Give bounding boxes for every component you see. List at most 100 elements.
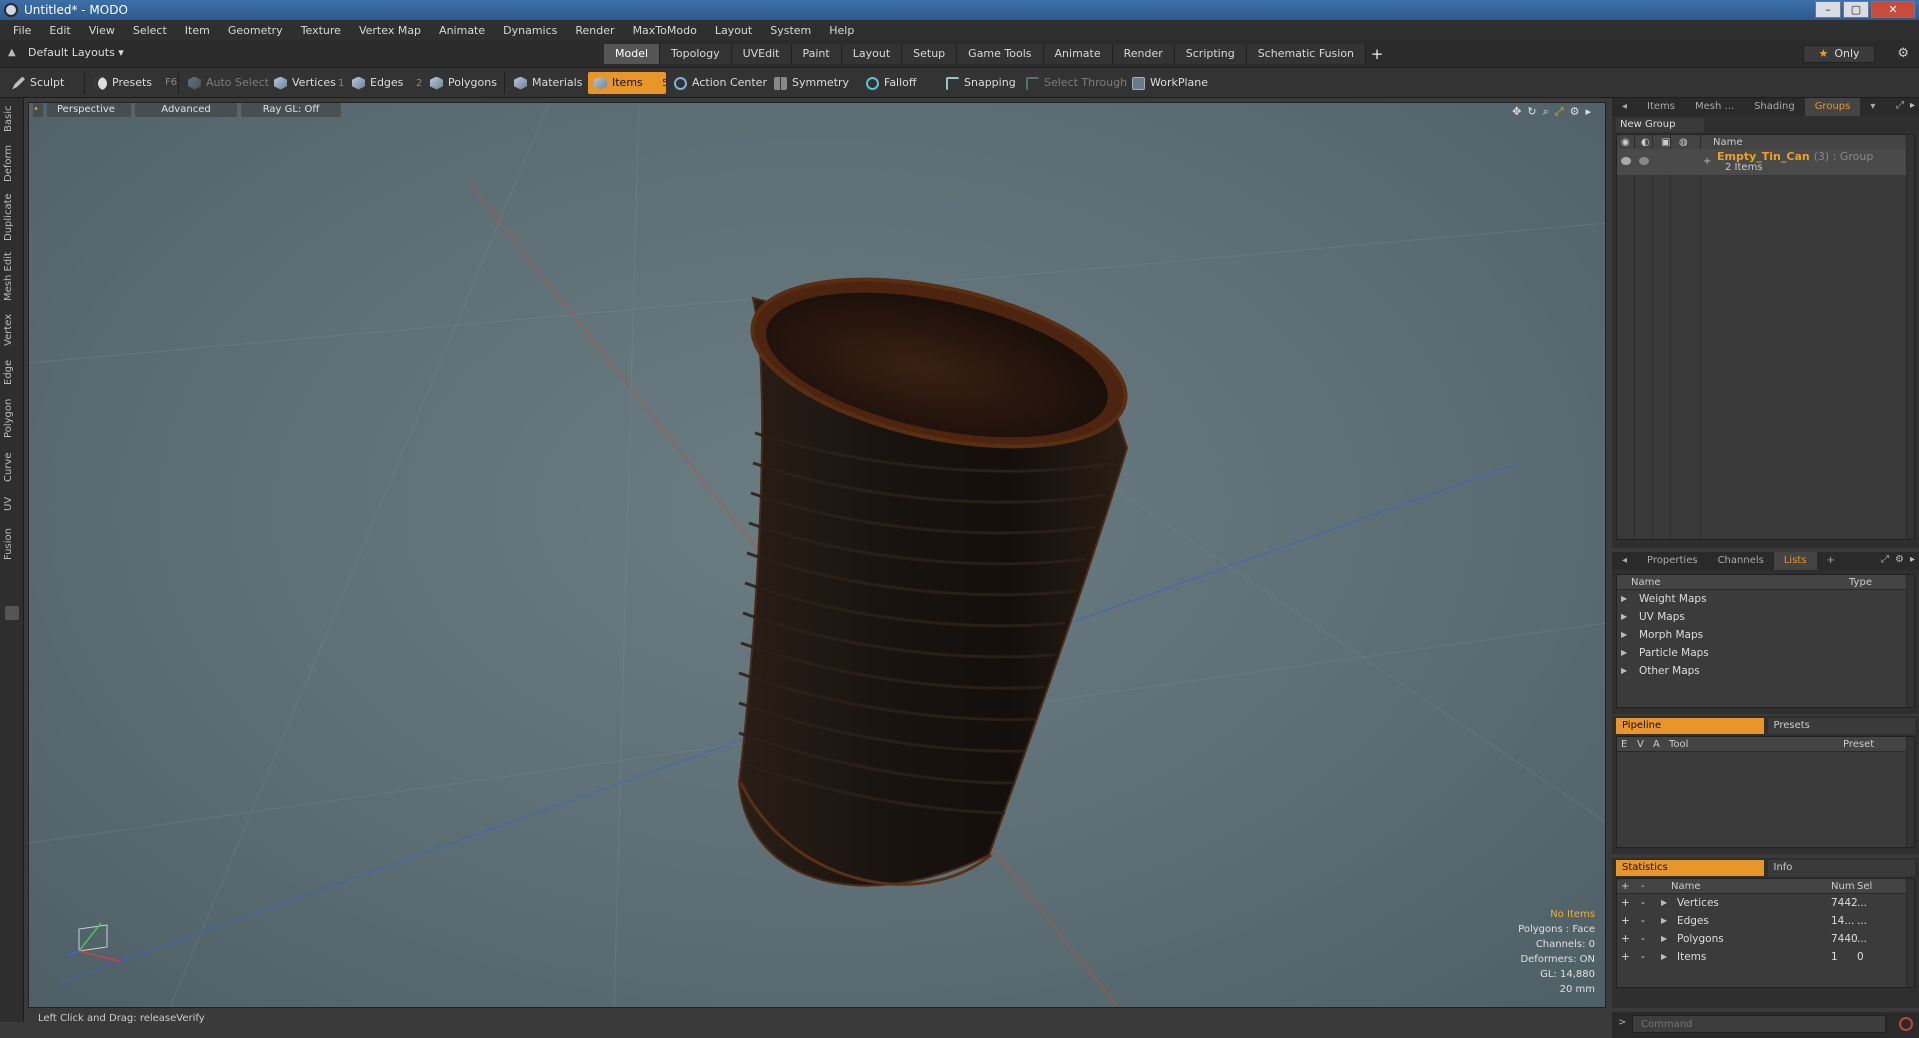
group-row-empty-tin-can[interactable]: + Empty_Tin_Can (3) : Group 2 Items xyxy=(1617,149,1907,175)
tab-channels[interactable]: Channels xyxy=(1708,552,1774,570)
maximize-viewport-icon[interactable]: ⤢ xyxy=(1555,105,1564,119)
tab-shading[interactable]: Shading xyxy=(1744,98,1805,116)
tab-scripting[interactable]: Scripting xyxy=(1174,44,1247,64)
new-group-button[interactable]: New Group xyxy=(1616,118,1704,132)
maximize-button[interactable]: ▢ xyxy=(1843,1,1869,18)
sculpt-button[interactable]: Sculpt xyxy=(6,72,70,94)
panel-menu-icon[interactable]: ▸ xyxy=(1910,554,1915,565)
tab-layout[interactable]: Layout xyxy=(841,44,903,64)
command-input[interactable] xyxy=(1632,1015,1886,1033)
panel-expand-icon[interactable]: ⤢ xyxy=(1881,554,1889,565)
vtab-edge[interactable]: Edge xyxy=(3,358,21,386)
list-item[interactable]: ▶ Morph Maps xyxy=(1617,626,1914,644)
symmetry-button[interactable]: Symmetry xyxy=(768,72,855,94)
presets-button[interactable]: Presets F6 xyxy=(88,72,183,94)
vtab-duplicate[interactable]: Duplicate xyxy=(3,192,21,242)
tab-properties[interactable]: Properties xyxy=(1637,552,1708,570)
viewport-settings-icon[interactable]: ⚙ xyxy=(1570,105,1580,119)
tab-schematic-fusion[interactable]: Schematic Fusion xyxy=(1246,44,1367,64)
tab-items[interactable]: Items xyxy=(1637,98,1685,116)
menu-maxtomodo[interactable]: MaxToModo xyxy=(624,24,706,37)
tab-topology[interactable]: Topology xyxy=(660,44,732,64)
render-toggle-icon[interactable] xyxy=(1639,157,1649,165)
snapping-button[interactable]: Snapping xyxy=(940,72,1022,94)
menu-vertex-map[interactable]: Vertex Map xyxy=(350,24,430,37)
menu-dynamics[interactable]: Dynamics xyxy=(494,24,566,37)
menu-item[interactable]: Item xyxy=(176,24,219,37)
list-item[interactable]: ▶ Other Maps xyxy=(1617,662,1914,680)
expand-arrow-icon[interactable]: ▶ xyxy=(1621,626,1627,644)
menu-render[interactable]: Render xyxy=(566,24,623,37)
viewport-more-icon[interactable]: ▸ xyxy=(1585,105,1591,119)
menu-geometry[interactable]: Geometry xyxy=(219,24,292,37)
3d-viewport[interactable]: • Perspective Advanced Ray GL: Off ✥ ↻ ⌕… xyxy=(28,102,1606,1008)
rotate-icon[interactable]: ↻ xyxy=(1527,105,1536,119)
tab-mesh[interactable]: Mesh ... xyxy=(1685,98,1744,116)
gear-icon[interactable]: ⚙ xyxy=(1897,46,1909,61)
advanced-dropdown[interactable]: Advanced xyxy=(135,103,237,117)
tabs-dropdown-icon[interactable]: ▾ xyxy=(1860,98,1885,116)
zoom-icon[interactable]: ⌕ xyxy=(1543,105,1549,119)
add-selection-button[interactable]: + xyxy=(1621,912,1630,930)
vtab-vertex[interactable]: Vertex xyxy=(3,312,21,348)
remove-selection-button[interactable]: - xyxy=(1641,894,1645,912)
expand-arrow-icon[interactable]: ▶ xyxy=(1621,608,1627,626)
expand-arrow-icon[interactable]: ▶ xyxy=(1661,930,1667,948)
statistics-toggle[interactable]: Statistics xyxy=(1616,860,1764,876)
tab-setup[interactable]: Setup xyxy=(902,44,958,64)
menu-system[interactable]: System xyxy=(761,24,820,37)
materials-button[interactable]: Materials xyxy=(508,72,588,94)
list-item[interactable]: ▶ Particle Maps xyxy=(1617,644,1914,662)
raygl-toggle[interactable]: Ray GL: Off xyxy=(241,103,341,117)
tab-animate[interactable]: Animate xyxy=(1043,44,1113,64)
menu-view[interactable]: View xyxy=(80,24,124,37)
action-center-button[interactable]: Action Center xyxy=(668,72,773,94)
panel-gear-icon[interactable]: ⚙ xyxy=(1895,554,1904,565)
visibility-eye-icon[interactable] xyxy=(1621,157,1631,165)
statistics-scrollbar[interactable] xyxy=(1906,879,1914,987)
select-through-button[interactable]: Select Through xyxy=(1020,72,1133,94)
expand-arrow-icon[interactable]: ▶ xyxy=(1621,590,1627,608)
groups-scrollbar[interactable] xyxy=(1906,135,1914,539)
vtab-fusion[interactable]: Fusion xyxy=(3,526,21,562)
list-item[interactable]: ▶ Weight Maps xyxy=(1617,590,1914,608)
panel-collapse-icon[interactable]: ◂ xyxy=(1612,552,1637,570)
command-history-icon[interactable]: > xyxy=(1618,1017,1626,1028)
menu-file[interactable]: File xyxy=(4,24,40,37)
menu-animate[interactable]: Animate xyxy=(430,24,494,37)
tab-lists[interactable]: Lists xyxy=(1773,552,1817,570)
only-button[interactable]: ★ Only xyxy=(1803,45,1875,63)
viewport-menu-icon[interactable]: • xyxy=(33,103,43,117)
falloff-button[interactable]: Falloff xyxy=(860,72,922,94)
expand-plus-icon[interactable]: + xyxy=(1703,156,1711,167)
add-tab-icon[interactable]: + xyxy=(1366,44,1388,64)
record-macro-icon[interactable] xyxy=(1899,1017,1913,1031)
vtab-basic[interactable]: Basic xyxy=(3,104,21,134)
vtab-curve[interactable]: Curve xyxy=(3,450,21,484)
menu-edit[interactable]: Edit xyxy=(40,24,79,37)
edges-button[interactable]: Edges xyxy=(346,72,409,94)
minimize-button[interactable]: – xyxy=(1815,1,1841,18)
panel-menu-icon[interactable]: ▸ xyxy=(1910,100,1915,111)
vtab-uv[interactable]: UV xyxy=(3,494,21,514)
view-mode-dropdown[interactable]: Perspective xyxy=(47,103,131,117)
info-toggle[interactable]: Info xyxy=(1767,860,1915,876)
tab-model[interactable]: Model xyxy=(604,44,661,64)
list-item[interactable]: ▶ UV Maps xyxy=(1617,608,1914,626)
add-selection-button[interactable]: + xyxy=(1621,930,1630,948)
pipeline-scrollbar[interactable] xyxy=(1906,737,1914,847)
menu-help[interactable]: Help xyxy=(820,24,863,37)
menu-layout[interactable]: Layout xyxy=(706,24,761,37)
presets-toggle[interactable]: Presets xyxy=(1767,718,1915,734)
menu-select[interactable]: Select xyxy=(124,24,176,37)
panel-expand-icon[interactable]: ⤢ xyxy=(1896,100,1904,111)
tab-paint[interactable]: Paint xyxy=(791,44,842,64)
collapse-up-icon[interactable]: ▲ xyxy=(8,47,20,59)
vertices-button[interactable]: Vertices xyxy=(268,72,342,94)
lists-scrollbar[interactable] xyxy=(1906,575,1914,707)
vtab-deform[interactable]: Deform xyxy=(3,144,21,182)
tab-render[interactable]: Render xyxy=(1112,44,1175,64)
remove-selection-button[interactable]: - xyxy=(1641,948,1645,966)
polygons-button[interactable]: Polygons xyxy=(424,72,503,94)
expand-arrow-icon[interactable]: ▶ xyxy=(1621,662,1627,680)
